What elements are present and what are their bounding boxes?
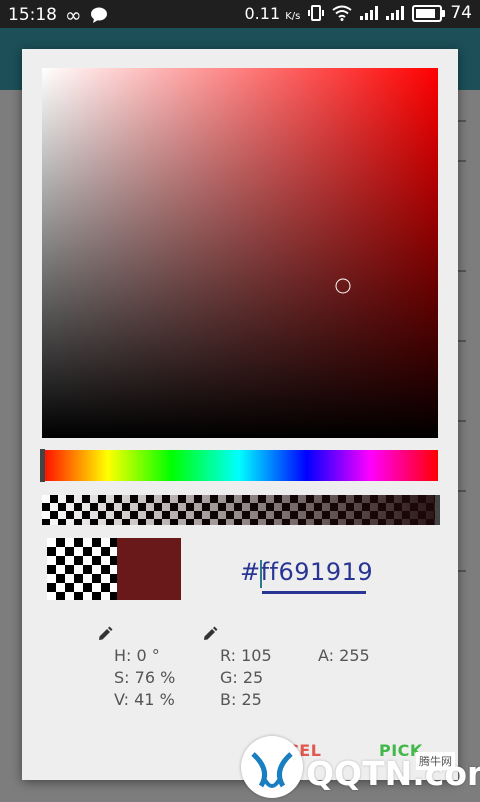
qqtn-logo-icon bbox=[251, 752, 293, 788]
transparent-preview-swatch bbox=[47, 538, 117, 600]
text-caret bbox=[260, 560, 262, 588]
alpha-slider[interactable] bbox=[42, 495, 440, 525]
saturation-value-panel[interactable] bbox=[42, 68, 438, 438]
edit-rgb-icon[interactable] bbox=[202, 626, 218, 642]
chat-bubble-icon bbox=[90, 7, 107, 23]
alpha-values: A: 255 bbox=[318, 645, 370, 667]
blue-value: B: 25 bbox=[220, 690, 262, 709]
color-picker-dialog: #ff691919 H: 0 ° S: 76 % V: 41 % R: 105 … bbox=[22, 49, 458, 780]
brightness-value: V: 41 % bbox=[114, 690, 175, 709]
clock: 15:18 bbox=[8, 5, 57, 25]
hex-input[interactable]: #ff691919 bbox=[240, 554, 390, 594]
battery-level: 74 bbox=[450, 3, 472, 23]
status-bar: 15:18 ∞ 0.11 K/s 74 bbox=[0, 0, 480, 28]
alpha-value: A: 255 bbox=[318, 646, 370, 665]
hue-slider[interactable] bbox=[40, 449, 438, 482]
watermark-small-text: 腾牛网 bbox=[416, 752, 455, 770]
saturation-value: S: 76 % bbox=[114, 668, 176, 687]
signal-1-icon bbox=[360, 6, 379, 20]
hue-value: H: 0 ° bbox=[114, 646, 160, 665]
hsv-values: H: 0 ° S: 76 % V: 41 % bbox=[114, 645, 175, 711]
signal-2-icon bbox=[386, 6, 405, 20]
watermark-logo bbox=[241, 736, 303, 798]
battery-icon bbox=[412, 4, 446, 22]
infinity-icon: ∞ bbox=[65, 3, 82, 27]
network-speed: 0.11 K/s bbox=[244, 3, 301, 23]
saturation-value-cursor[interactable] bbox=[335, 278, 351, 294]
alpha-slider-thumb[interactable] bbox=[435, 495, 440, 525]
red-value: R: 105 bbox=[220, 646, 272, 665]
hue-slider-thumb[interactable] bbox=[40, 449, 45, 482]
current-color-swatch bbox=[117, 538, 181, 600]
vibrate-icon bbox=[308, 5, 325, 21]
rgb-values: R: 105 G: 25 B: 25 bbox=[220, 645, 272, 711]
wifi-icon bbox=[332, 5, 352, 21]
green-value: G: 25 bbox=[220, 668, 264, 687]
edit-hsv-icon[interactable] bbox=[97, 626, 113, 642]
